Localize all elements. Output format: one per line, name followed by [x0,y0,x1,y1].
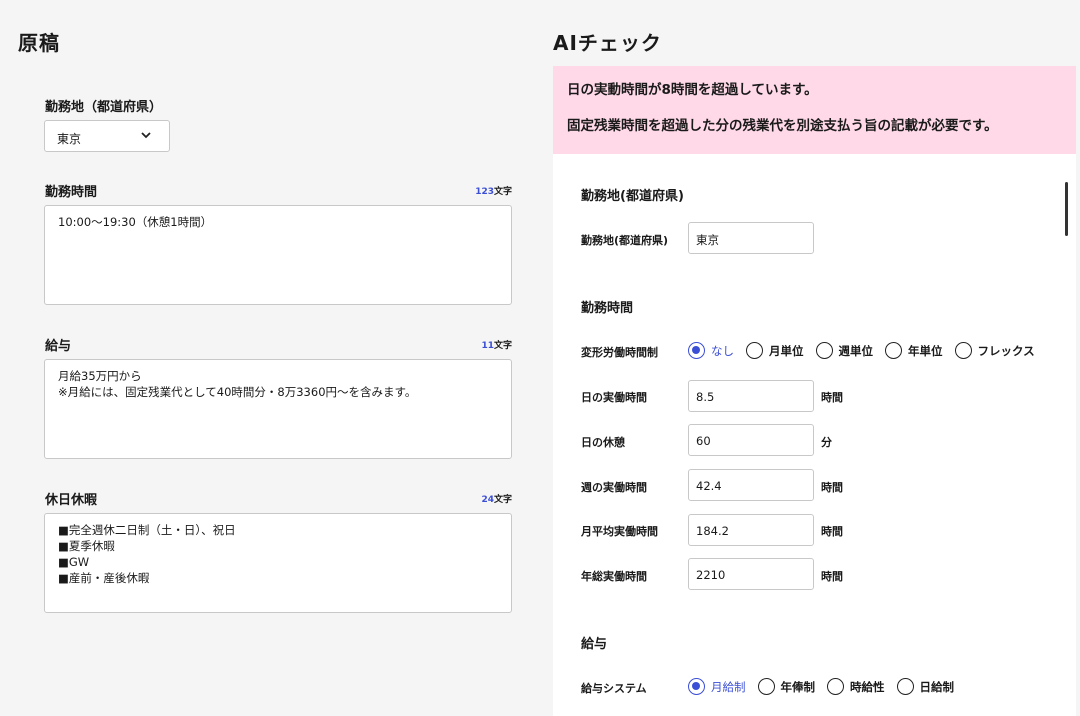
location-select[interactable]: 東京 [44,120,170,152]
holidays-textarea[interactable]: ■完全週休二日制（土・日）、祝日 ■夏季休暇 ■GW ■産前・産後休暇 [44,513,512,613]
holidays-char-count: 24文字 [481,495,512,505]
salary-system-label: 給与システム [581,682,647,695]
ai-salary-heading: 給与 [581,637,608,652]
salary-textarea[interactable]: 月給35万円から ※月給には、固定残業代として40時間分・8万3360円〜を含み… [44,359,512,459]
monthly-avg-input[interactable]: 184.2 [688,514,814,546]
ai-location-input[interactable]: 東京 [688,222,814,254]
location-select-value: 東京 [57,132,82,146]
variable-hours-radio-group: なし 月単位 週単位 年単位 フレックス [688,342,1035,359]
radio-yearly[interactable]: 年単位 [885,342,943,359]
original-pane: 原稿 勤務地（都道府県） 東京 勤務時間 123文字 10:00〜19:30（休… [0,0,530,716]
daily-hours-label: 日の実働時間 [581,391,647,404]
ai-location-heading: 勤務地(都道府県) [581,189,684,204]
weekly-hours-unit: 時間 [821,481,843,494]
radio-empty-icon [954,342,972,359]
alert-message: 固定残業時間を超過した分の残業代を別途支払う旨の記載が必要です。 [567,118,998,134]
panel-scrollbar[interactable] [1065,182,1068,236]
ai-hours-heading: 勤務時間 [581,301,634,316]
radio-empty-icon [746,342,763,359]
radio-selected-icon [688,342,705,359]
chevron-down-icon [141,132,151,139]
radio-daily-salary[interactable]: 日給制 [896,678,954,695]
hours-label: 勤務時間 [45,185,98,200]
salary-label: 給与 [45,339,72,354]
daily-break-label: 日の休憩 [581,436,625,449]
location-label: 勤務地（都道府県） [45,100,163,115]
weekly-hours-label: 週の実働時間 [581,481,647,494]
radio-annual-salary[interactable]: 年俸制 [757,678,815,695]
ai-location-label: 勤務地(都道府県) [581,234,669,247]
radio-monthly[interactable]: 月単位 [746,342,804,359]
radio-nashi[interactable]: なし [688,342,734,359]
alert-message: 日の実動時間が8時間を超過しています。 [567,82,818,98]
radio-flex[interactable]: フレックス [954,342,1035,359]
yearly-total-unit: 時間 [821,570,843,583]
salary-char-count: 11文字 [481,341,512,351]
ai-check-title: AIチェック [553,31,662,55]
daily-hours-input[interactable]: 8.5 [688,380,814,412]
weekly-hours-input[interactable]: 42.4 [688,469,814,501]
radio-weekly[interactable]: 週単位 [815,342,873,359]
radio-monthly-salary[interactable]: 月給制 [688,678,746,695]
monthly-avg-unit: 時間 [821,525,843,538]
monthly-avg-label: 月平均実働時間 [581,525,658,538]
ai-check-panel[interactable]: 勤務地(都道府県) 勤務地(都道府県) 東京 勤務時間 変形労働時間制 なし 月… [553,154,1076,716]
yearly-total-input[interactable]: 2210 [688,558,814,590]
hours-char-count: 123文字 [475,187,512,197]
radio-empty-icon [885,342,902,359]
radio-empty-icon [827,678,844,695]
salary-system-radio-group: 月給制 年俸制 時給性 日給制 [688,678,954,695]
radio-empty-icon [896,678,914,695]
original-title: 原稿 [18,31,60,55]
daily-hours-unit: 時間 [821,391,843,404]
ai-alert-box: 日の実動時間が8時間を超過しています。 固定残業時間を超過した分の残業代を別途支… [553,66,1076,154]
radio-empty-icon [757,678,775,695]
daily-break-input[interactable]: 60 [688,424,814,456]
radio-hourly-salary[interactable]: 時給性 [827,678,885,695]
radio-empty-icon [815,342,833,359]
holidays-label: 休日休暇 [45,493,98,508]
hours-textarea[interactable]: 10:00〜19:30（休憩1時間） [44,205,512,305]
variable-hours-label: 変形労働時間制 [581,346,658,359]
radio-selected-icon [688,678,705,695]
daily-break-unit: 分 [821,436,832,449]
yearly-total-label: 年総実働時間 [581,570,647,583]
